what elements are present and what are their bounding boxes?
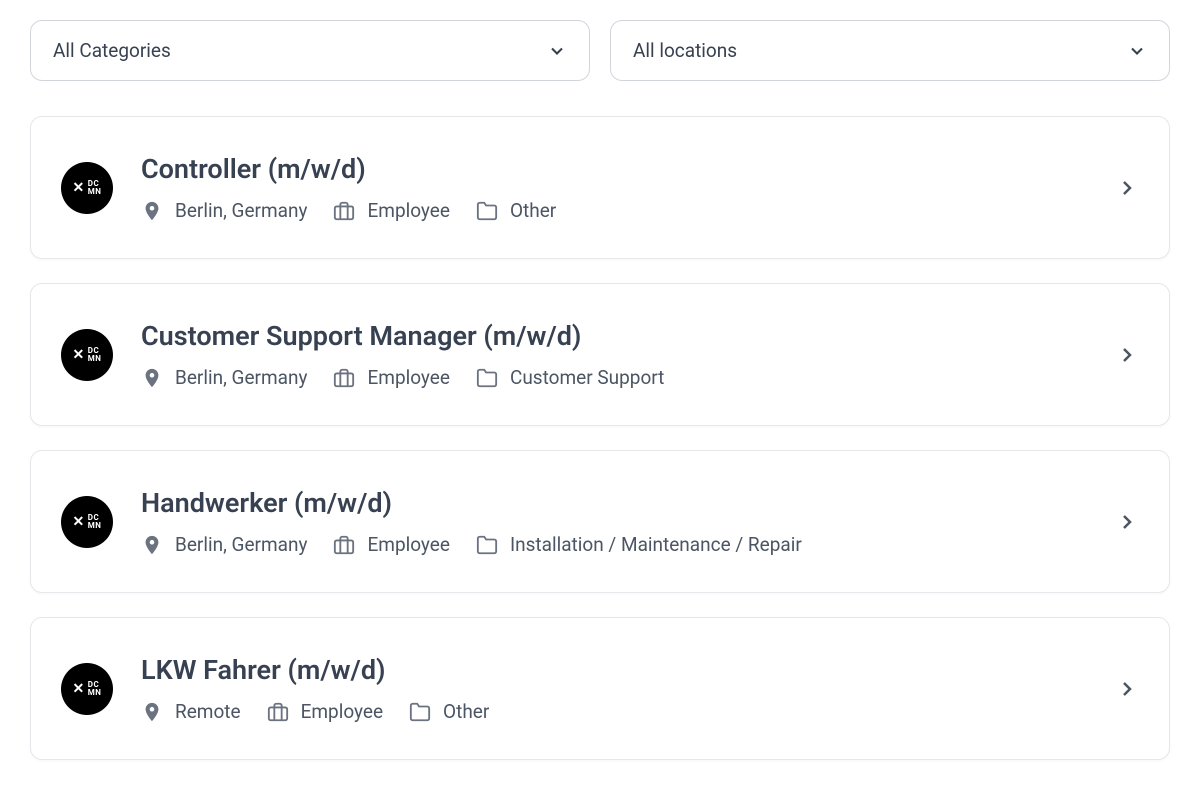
job-type: Employee [333, 533, 449, 556]
job-content: Customer Support Manager (m/w/d) Berlin,… [141, 320, 1115, 389]
job-meta: Berlin, Germany Employee Customer Suppor… [141, 366, 1115, 389]
folder-icon [409, 701, 431, 723]
job-location-text: Remote [175, 700, 241, 723]
folder-icon [476, 534, 498, 556]
job-meta: Berlin, Germany Employee Installation / … [141, 533, 1115, 556]
folder-icon [476, 200, 498, 222]
location-dropdown-label: All locations [633, 39, 737, 62]
job-list: ✕ DC MN Controller (m/w/d) Berlin, Germa… [30, 116, 1170, 760]
job-content: LKW Fahrer (m/w/d) Remote Employee [141, 654, 1115, 723]
job-card[interactable]: ✕ DC MN Controller (m/w/d) Berlin, Germa… [30, 116, 1170, 259]
job-title: Handwerker (m/w/d) [141, 487, 1115, 519]
category-dropdown-label: All Categories [53, 39, 171, 62]
job-title: LKW Fahrer (m/w/d) [141, 654, 1115, 686]
job-type: Employee [267, 700, 383, 723]
job-type-text: Employee [367, 533, 449, 556]
job-category: Installation / Maintenance / Repair [476, 533, 802, 556]
job-category-text: Installation / Maintenance / Repair [510, 533, 802, 556]
category-dropdown[interactable]: All Categories [30, 20, 590, 81]
job-category: Other [476, 199, 556, 222]
job-location-text: Berlin, Germany [175, 533, 307, 556]
chevron-right-icon [1115, 176, 1139, 200]
job-location: Berlin, Germany [141, 533, 307, 556]
company-logo: ✕ DC MN [61, 663, 113, 715]
company-logo: ✕ DC MN [61, 496, 113, 548]
job-type-text: Employee [301, 700, 383, 723]
briefcase-icon [267, 701, 289, 723]
location-dropdown[interactable]: All locations [610, 20, 1170, 81]
job-content: Controller (m/w/d) Berlin, Germany Emplo… [141, 153, 1115, 222]
location-icon [141, 534, 163, 556]
location-icon [141, 200, 163, 222]
chevron-right-icon [1115, 677, 1139, 701]
briefcase-icon [333, 534, 355, 556]
job-location-text: Berlin, Germany [175, 199, 307, 222]
job-category-text: Other [510, 199, 556, 222]
location-icon [141, 701, 163, 723]
job-meta: Remote Employee Other [141, 700, 1115, 723]
chevron-down-icon [547, 41, 567, 61]
job-meta: Berlin, Germany Employee Other [141, 199, 1115, 222]
job-type: Employee [333, 199, 449, 222]
filters-row: All Categories All locations [30, 20, 1170, 81]
job-location: Berlin, Germany [141, 366, 307, 389]
job-location-text: Berlin, Germany [175, 366, 307, 389]
job-category-text: Other [443, 700, 489, 723]
job-card[interactable]: ✕ DC MN Customer Support Manager (m/w/d)… [30, 283, 1170, 426]
job-type-text: Employee [367, 199, 449, 222]
job-location: Remote [141, 700, 241, 723]
chevron-down-icon [1127, 41, 1147, 61]
job-content: Handwerker (m/w/d) Berlin, Germany Emplo… [141, 487, 1115, 556]
job-location: Berlin, Germany [141, 199, 307, 222]
job-category-text: Customer Support [510, 366, 664, 389]
job-card[interactable]: ✕ DC MN LKW Fahrer (m/w/d) Remote [30, 617, 1170, 760]
chevron-right-icon [1115, 510, 1139, 534]
job-type-text: Employee [367, 366, 449, 389]
job-category: Customer Support [476, 366, 664, 389]
folder-icon [476, 367, 498, 389]
location-icon [141, 367, 163, 389]
job-title: Customer Support Manager (m/w/d) [141, 320, 1115, 352]
job-title: Controller (m/w/d) [141, 153, 1115, 185]
briefcase-icon [333, 367, 355, 389]
company-logo: ✕ DC MN [61, 162, 113, 214]
chevron-right-icon [1115, 343, 1139, 367]
company-logo: ✕ DC MN [61, 329, 113, 381]
job-category: Other [409, 700, 489, 723]
job-card[interactable]: ✕ DC MN Handwerker (m/w/d) Berlin, Germa… [30, 450, 1170, 593]
briefcase-icon [333, 200, 355, 222]
job-type: Employee [333, 366, 449, 389]
